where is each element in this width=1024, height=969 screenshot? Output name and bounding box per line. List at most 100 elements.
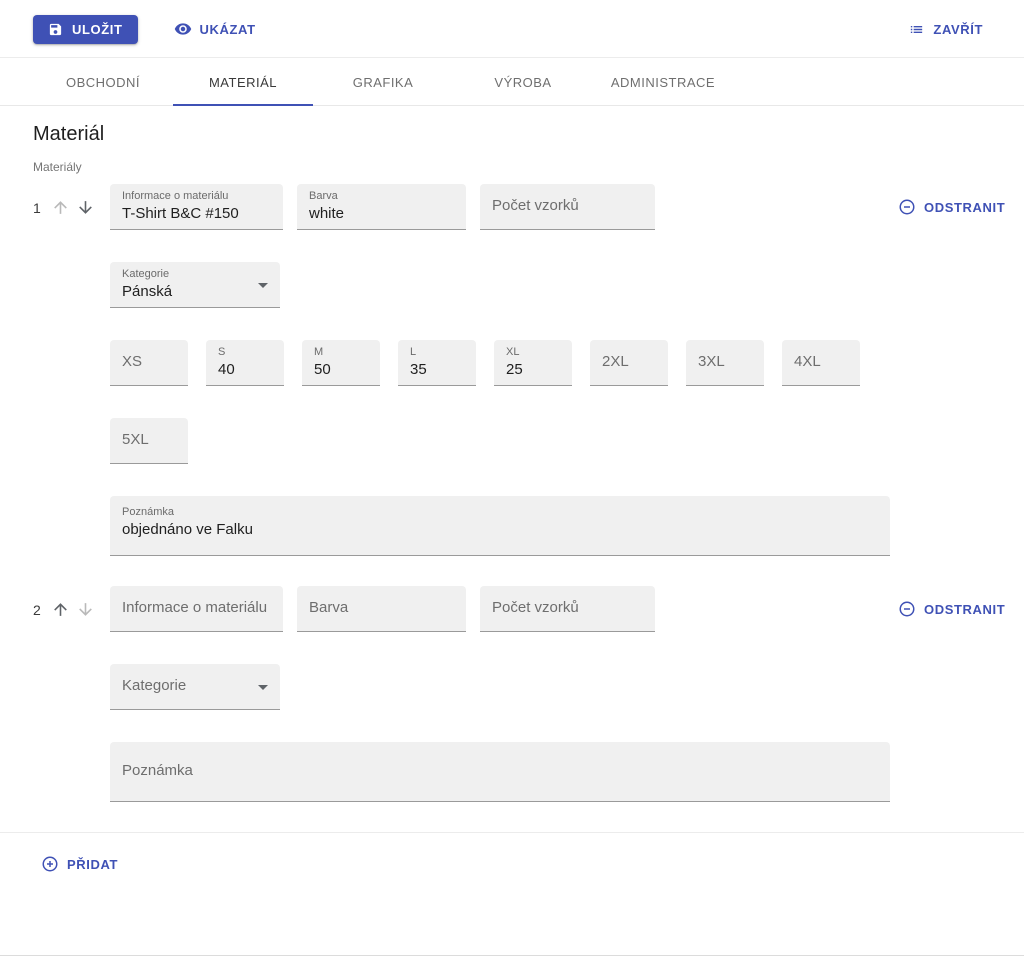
plus-circle-icon	[41, 855, 59, 873]
material-item-2: 2 Informace o materiálu	[33, 586, 991, 802]
field-value: objednáno ve Falku	[122, 520, 878, 540]
show-button[interactable]: UKÁZAT	[166, 14, 264, 44]
field-label: Poznámka	[122, 506, 878, 520]
section-label: Materiály	[33, 160, 991, 174]
move-down-button[interactable]	[74, 598, 97, 621]
toolbar: ULOŽIT UKÁZAT ZAVŘÍT	[0, 0, 1024, 57]
size-4xl-field[interactable]: 4XL	[782, 340, 860, 386]
field-label: L	[410, 346, 464, 360]
item-2-row-note: Poznámka	[110, 742, 890, 802]
field-label: XL	[506, 346, 560, 360]
field-value: white	[309, 204, 454, 224]
eye-icon	[174, 20, 192, 38]
item-1-controls: 1	[33, 184, 110, 219]
remove-button[interactable]: ODSTRANIT	[890, 192, 1013, 222]
material-info-field[interactable]: Informace o materiálu T-Shirt B&C #150	[110, 184, 283, 230]
item-2-controls: 2	[33, 586, 110, 621]
size-l-field[interactable]: L 35	[398, 340, 476, 386]
item-index: 2	[33, 602, 41, 618]
field-label: Kategorie	[122, 268, 252, 282]
item-1-row-main: Informace o materiálu T-Shirt B&C #150 B…	[110, 184, 890, 230]
field-placeholder: Kategorie	[122, 677, 186, 696]
field-placeholder: Informace o materiálu	[122, 599, 267, 618]
move-down-button[interactable]	[74, 196, 97, 219]
item-2-row-category: Kategorie	[110, 664, 890, 710]
remove-button-label: ODSTRANIT	[924, 200, 1005, 215]
field-placeholder: Poznámka	[122, 762, 193, 781]
samples-count-field[interactable]: Počet vzorků	[480, 586, 655, 632]
add-button[interactable]: PŘIDAT	[33, 849, 126, 879]
field-value: 50	[314, 360, 368, 380]
save-button-label: ULOŽIT	[72, 22, 123, 37]
item-index: 1	[33, 200, 41, 216]
tab-vyroba[interactable]: VÝROBA	[453, 58, 593, 105]
tab-obchodni[interactable]: OBCHODNÍ	[33, 58, 173, 105]
tab-administrace[interactable]: ADMINISTRACE	[593, 58, 733, 105]
size-s-field[interactable]: S 40	[206, 340, 284, 386]
field-placeholder: 5XL	[122, 431, 149, 450]
field-value: T-Shirt B&C #150	[122, 204, 271, 224]
item-1-remove: ODSTRANIT	[890, 184, 1013, 222]
save-icon	[48, 22, 63, 37]
item-2-fields: Informace o materiálu Barva Počet vzorků…	[110, 586, 890, 802]
field-label: S	[218, 346, 272, 360]
field-placeholder: Počet vzorků	[492, 197, 579, 216]
minus-circle-icon	[898, 198, 916, 216]
arrow-down-icon	[76, 600, 95, 619]
field-value: Pánská	[122, 282, 252, 302]
page-title: Materiál	[33, 123, 991, 146]
size-2xl-field[interactable]: 2XL	[590, 340, 668, 386]
field-label: Informace o materiálu	[122, 190, 271, 204]
close-button[interactable]: ZAVŘÍT	[900, 15, 991, 44]
size-xs-field[interactable]: XS	[110, 340, 188, 386]
minus-circle-icon	[898, 600, 916, 618]
tab-material[interactable]: MATERIÁL	[173, 58, 313, 105]
field-placeholder: Počet vzorků	[492, 599, 579, 618]
size-m-field[interactable]: M 50	[302, 340, 380, 386]
tab-grafika[interactable]: GRAFIKA	[313, 58, 453, 105]
note-field[interactable]: Poznámka	[110, 742, 890, 802]
list-icon	[908, 21, 925, 38]
field-placeholder: 3XL	[698, 353, 725, 372]
field-placeholder: Barva	[309, 599, 348, 618]
field-label: M	[314, 346, 368, 360]
color-field[interactable]: Barva	[297, 586, 466, 632]
note-field[interactable]: Poznámka objednáno ve Falku	[110, 496, 890, 556]
size-5xl-field[interactable]: 5XL	[110, 418, 188, 464]
color-field[interactable]: Barva white	[297, 184, 466, 230]
field-label: Barva	[309, 190, 454, 204]
form-page: ULOŽIT UKÁZAT ZAVŘÍT OBCHODNÍ MATERIÁL G…	[0, 0, 1024, 956]
item-2-row-main: Informace o materiálu Barva Počet vzorků	[110, 586, 890, 632]
content: Materiál Materiály 1	[0, 106, 1024, 955]
field-placeholder: 2XL	[602, 353, 629, 372]
item-2-remove: ODSTRANIT	[890, 586, 1013, 624]
tab-bar: OBCHODNÍ MATERIÁL GRAFIKA VÝROBA ADMINIS…	[0, 58, 1024, 106]
field-value: 25	[506, 360, 560, 380]
item-1-fields: Informace o materiálu T-Shirt B&C #150 B…	[110, 184, 890, 556]
item-1-sizes-row-2: 5XL	[110, 418, 890, 464]
arrow-up-icon	[51, 198, 70, 217]
move-up-button[interactable]	[49, 196, 72, 219]
close-button-label: ZAVŘÍT	[933, 22, 983, 37]
category-select[interactable]: Kategorie	[110, 664, 280, 710]
show-button-label: UKÁZAT	[200, 22, 256, 37]
arrow-down-icon	[76, 198, 95, 217]
arrow-up-icon	[51, 600, 70, 619]
material-info-field[interactable]: Informace o materiálu	[110, 586, 283, 632]
size-xl-field[interactable]: XL 25	[494, 340, 572, 386]
save-button[interactable]: ULOŽIT	[33, 15, 138, 44]
item-1-row-note: Poznámka objednáno ve Falku	[110, 496, 890, 556]
chevron-down-icon	[258, 685, 268, 690]
samples-count-field[interactable]: Počet vzorků	[480, 184, 655, 230]
size-3xl-field[interactable]: 3XL	[686, 340, 764, 386]
chevron-down-icon	[258, 283, 268, 288]
material-item-1: 1 Informace o materiálu T-Shirt B&C	[33, 184, 991, 556]
move-up-button[interactable]	[49, 598, 72, 621]
field-value: 35	[410, 360, 464, 380]
field-value: 40	[218, 360, 272, 380]
remove-button-label: ODSTRANIT	[924, 602, 1005, 617]
remove-button[interactable]: ODSTRANIT	[890, 594, 1013, 624]
add-button-label: PŘIDAT	[67, 857, 118, 872]
category-select[interactable]: Kategorie Pánská	[110, 262, 280, 308]
item-1-row-category: Kategorie Pánská	[110, 262, 890, 308]
